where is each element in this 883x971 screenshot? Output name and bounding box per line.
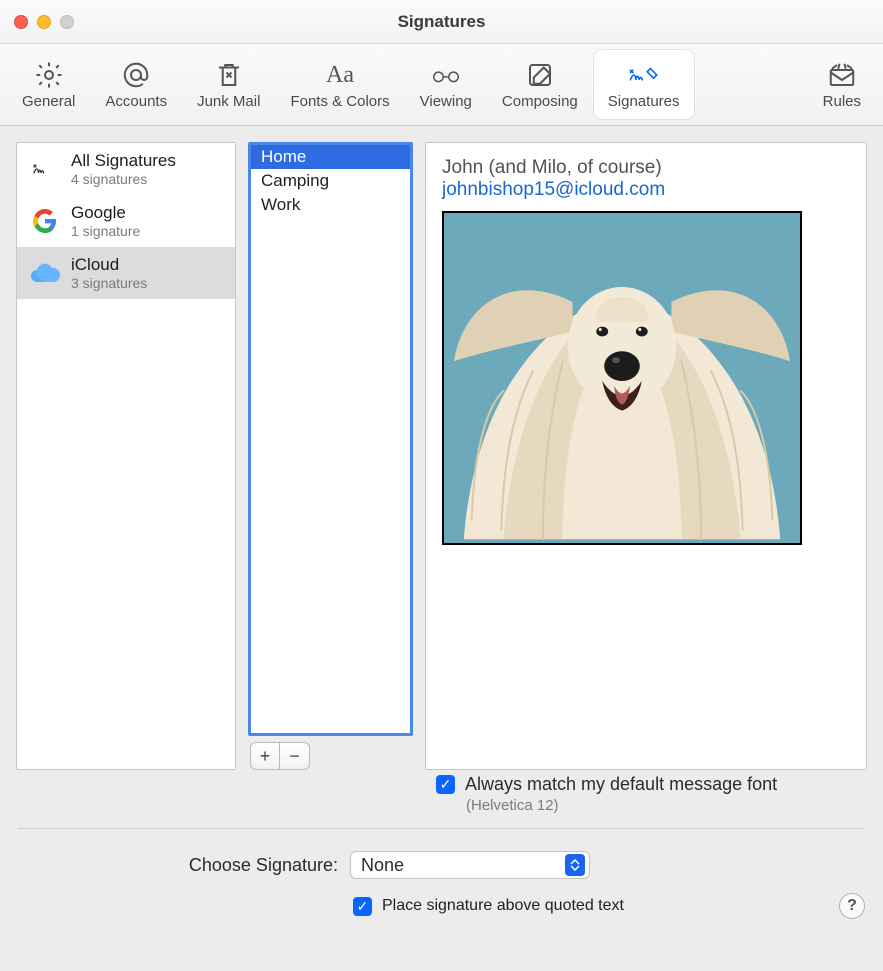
signature-list: Home Camping Work: [248, 142, 413, 736]
tab-composing[interactable]: Composing: [488, 50, 592, 119]
signature-preview[interactable]: John (and Milo, of course) johnbishop15@…: [425, 142, 867, 770]
account-count: 3 signatures: [71, 275, 147, 291]
at-icon: [120, 59, 152, 91]
place-above-label: Place signature above quoted text: [382, 897, 624, 915]
account-icloud[interactable]: iCloud 3 signatures: [17, 247, 235, 299]
choose-signature-select[interactable]: None: [350, 851, 590, 879]
account-name: All Signatures: [71, 151, 176, 171]
google-icon: [29, 205, 61, 237]
compose-icon: [524, 59, 556, 91]
accounts-list: All Signatures 4 signatures Google 1 sig…: [16, 142, 236, 770]
account-count: 1 signature: [71, 223, 140, 239]
place-above-checkbox[interactable]: ✓: [353, 897, 372, 916]
fonts-icon: Aa: [324, 59, 356, 91]
signature-item-home[interactable]: Home: [251, 145, 410, 169]
account-name: Google: [71, 203, 140, 223]
choose-signature-row: Choose Signature: None: [0, 847, 883, 887]
choose-signature-label: Choose Signature:: [18, 855, 338, 876]
trash-x-icon: [213, 59, 245, 91]
tab-signatures[interactable]: Signatures: [594, 50, 694, 119]
signature-list-column: Home Camping Work + −: [248, 142, 413, 770]
signature-item-work[interactable]: Work: [251, 193, 410, 217]
signature-options: ✓ Always match my default message font (…: [0, 774, 883, 847]
gear-icon: [33, 59, 65, 91]
titlebar: Signatures: [0, 0, 883, 44]
account-google[interactable]: Google 1 signature: [17, 195, 235, 247]
match-font-label: Always match my default message font: [465, 774, 777, 795]
account-name: iCloud: [71, 255, 147, 275]
signature-item-camping[interactable]: Camping: [251, 169, 410, 193]
separator: [18, 828, 865, 829]
preview-line-1: John (and Milo, of course): [442, 157, 850, 179]
tab-accounts[interactable]: Accounts: [91, 50, 181, 119]
window-title: Signatures: [0, 12, 883, 32]
preferences-toolbar: General Accounts Junk Mail Aa Fonts & Co…: [0, 44, 883, 126]
account-count: 4 signatures: [71, 171, 176, 187]
icloud-icon: [29, 257, 61, 289]
tab-general[interactable]: General: [8, 50, 89, 119]
add-remove-controls: + −: [248, 736, 413, 770]
account-all-signatures[interactable]: All Signatures 4 signatures: [17, 143, 235, 195]
remove-signature-button[interactable]: −: [280, 742, 310, 770]
glasses-icon: [430, 59, 462, 91]
signature-small-icon: [29, 153, 61, 185]
match-font-checkbox[interactable]: ✓: [436, 775, 455, 794]
tab-fonts-colors[interactable]: Aa Fonts & Colors: [276, 50, 403, 119]
help-button[interactable]: ?: [839, 893, 865, 919]
tab-junk-mail[interactable]: Junk Mail: [183, 50, 274, 119]
select-stepper-icon: [565, 854, 585, 876]
preview-image: [442, 211, 802, 545]
signature-icon: [628, 59, 660, 91]
preview-email-link[interactable]: johnbishop15@icloud.com: [442, 179, 665, 200]
signatures-main: All Signatures 4 signatures Google 1 sig…: [0, 126, 883, 774]
tab-rules[interactable]: Rules: [809, 50, 875, 119]
place-above-row: ✓ Place signature above quoted text ?: [0, 887, 883, 933]
match-font-detail: (Helvetica 12): [466, 797, 865, 814]
tab-viewing[interactable]: Viewing: [406, 50, 486, 119]
match-font-row: ✓ Always match my default message font: [436, 774, 865, 795]
choose-signature-value: None: [361, 855, 404, 876]
rules-icon: [826, 59, 858, 91]
add-signature-button[interactable]: +: [250, 742, 280, 770]
